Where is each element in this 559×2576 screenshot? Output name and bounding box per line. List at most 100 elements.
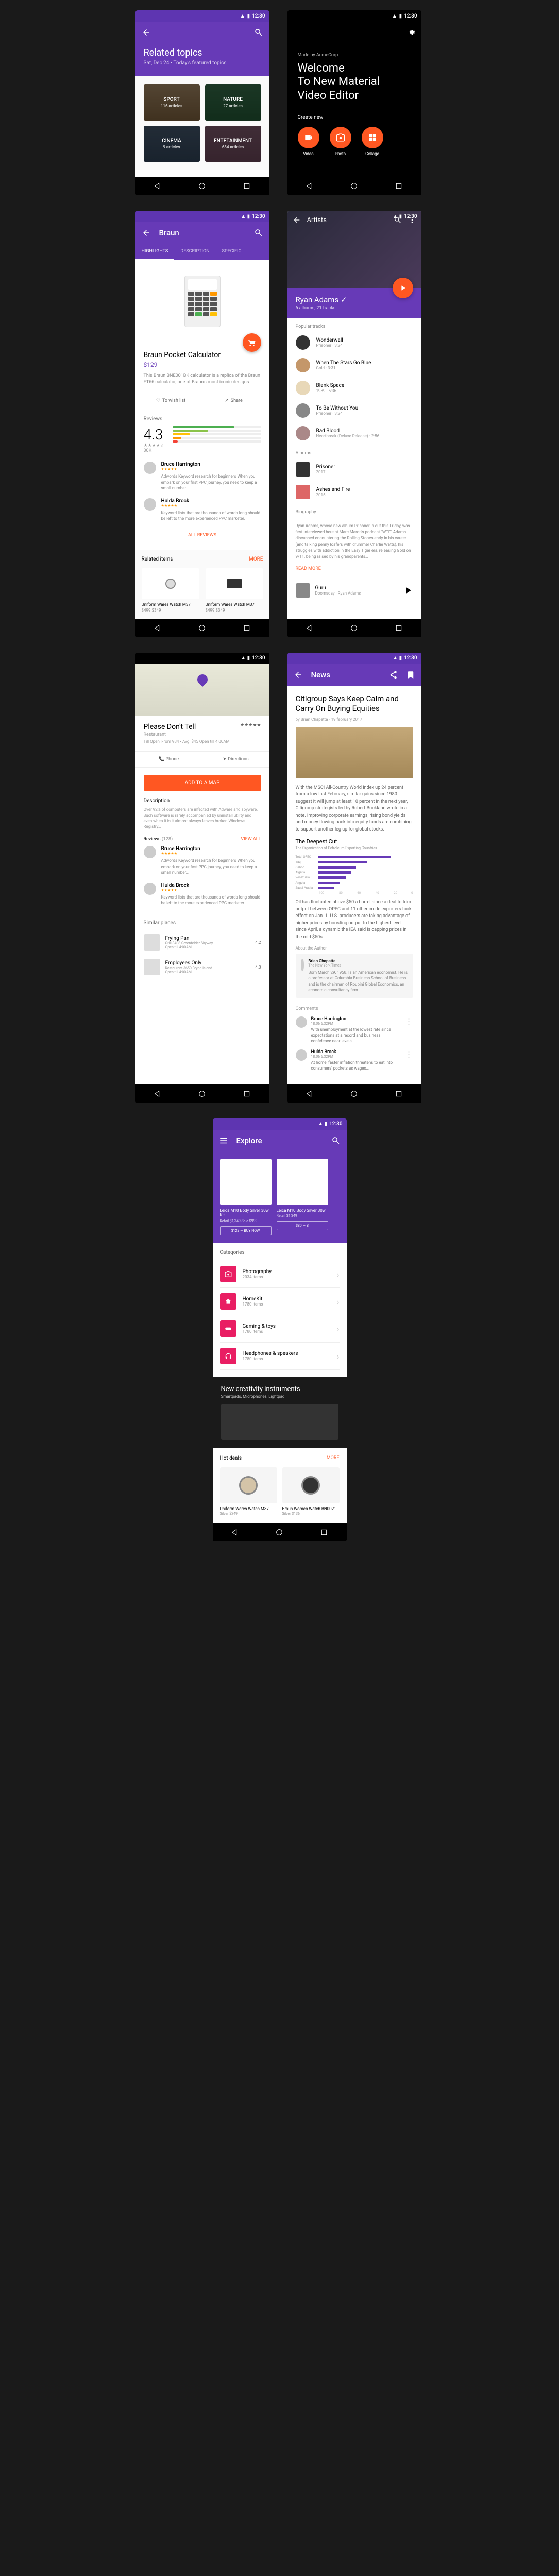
- related-item[interactable]: Uniform Wares Watch M37 $499 $349: [142, 568, 199, 612]
- nav-home-icon[interactable]: [350, 624, 358, 632]
- back-icon[interactable]: [294, 670, 303, 680]
- track-item[interactable]: Blank Space1989 · 5:36: [287, 377, 421, 399]
- collage-button[interactable]: Collage: [362, 127, 383, 156]
- related-image: [142, 568, 199, 599]
- nav-home-icon[interactable]: [275, 1528, 283, 1536]
- back-icon[interactable]: [142, 28, 151, 37]
- creativity-banner[interactable]: New creativity instruments Smartpads, Mi…: [213, 1377, 347, 1448]
- view-all-button[interactable]: VIEW ALL: [241, 837, 261, 842]
- directions-button[interactable]: ➤ Directions: [202, 752, 269, 767]
- product-actions: ♡ To wish list ↗ Share: [135, 394, 269, 408]
- categories-section: Categories Photography2034 items › HomeK…: [213, 1243, 347, 1377]
- buy-button[interactable]: $129 — BUY NOW: [220, 1226, 272, 1235]
- nav-back-icon[interactable]: [306, 1090, 314, 1098]
- back-icon[interactable]: [293, 216, 301, 224]
- review-stars: ★★★★★: [161, 467, 261, 471]
- add-to-map-button[interactable]: ADD TO A MAP: [144, 775, 261, 791]
- bookmark-icon[interactable]: [406, 670, 415, 680]
- android-navbar: [135, 619, 269, 637]
- nav-back-icon[interactable]: [154, 624, 162, 632]
- hot-deals-label: Hot deals: [220, 1455, 242, 1461]
- all-reviews-button[interactable]: ALL REVIEWS: [144, 529, 261, 542]
- nav-home-icon[interactable]: [198, 1090, 206, 1098]
- featured-item[interactable]: Leica M10 Body Silver 30w Kit Retail $1,…: [220, 1159, 272, 1235]
- search-icon[interactable]: [331, 1136, 341, 1145]
- nav-recent-icon[interactable]: [243, 182, 251, 190]
- category-item[interactable]: HomeKit1780 items ›: [220, 1288, 340, 1315]
- search-icon[interactable]: [254, 228, 263, 238]
- related-item[interactable]: Uniform Wares Watch M37 $499 $349: [206, 568, 263, 612]
- album-item[interactable]: Prisoner2017: [287, 458, 421, 481]
- hot-deal-item[interactable]: Braun Women Watch BN0021 Silver $136: [282, 1467, 340, 1516]
- buy-button[interactable]: $80 — B: [277, 1221, 328, 1230]
- back-icon[interactable]: [142, 228, 151, 238]
- featured-item[interactable]: Leica M10 Body Silver 30w Retail $1,349 …: [277, 1159, 328, 1235]
- cart-fab[interactable]: [243, 333, 261, 352]
- track-item[interactable]: To Be Without YouPrisoner · 3:24: [287, 399, 421, 422]
- chart-bar: [318, 882, 340, 884]
- nav-back-icon[interactable]: [231, 1528, 239, 1536]
- play-fab[interactable]: [393, 278, 413, 298]
- tab-description[interactable]: DESCRIPTION: [174, 244, 215, 260]
- photo-button[interactable]: Photo: [330, 127, 351, 156]
- more-icon[interactable]: ⋮: [405, 1016, 413, 1044]
- avatar: [296, 1016, 307, 1028]
- tab-highlights[interactable]: HIGHLIGHTS: [135, 244, 175, 260]
- category-item[interactable]: Headphones & speakers1780 items ›: [220, 1343, 340, 1370]
- more-button[interactable]: MORE: [327, 1455, 340, 1461]
- video-button[interactable]: Video: [298, 127, 319, 156]
- more-icon[interactable]: [408, 216, 416, 224]
- review-item: Bruce Harrington★★★★★Adwords Keyword res…: [144, 846, 261, 875]
- topic-tile[interactable]: SPORT116 articles: [144, 84, 200, 121]
- more-icon[interactable]: ⋮: [405, 1049, 413, 1071]
- nav-recent-icon[interactable]: [320, 1528, 328, 1536]
- topic-tile[interactable]: NATURE27 articles: [205, 84, 261, 121]
- hot-deal-item[interactable]: Uniform Wares Watch M37 Silver $249: [220, 1467, 277, 1516]
- phone-button[interactable]: 📞 Phone: [135, 752, 202, 767]
- nav-recent-icon[interactable]: [395, 624, 403, 632]
- category-item[interactable]: Gaming & toys1780 items ›: [220, 1315, 340, 1343]
- search-icon[interactable]: [394, 216, 402, 224]
- topic-tile[interactable]: CINEMA9 articles: [144, 126, 200, 162]
- watch-image: [301, 1476, 320, 1495]
- more-button[interactable]: MORE: [249, 556, 263, 562]
- share-button[interactable]: ↗ Share: [207, 398, 261, 403]
- nav-recent-icon[interactable]: [395, 1090, 403, 1098]
- nav-back-icon[interactable]: [154, 182, 162, 190]
- nav-recent-icon[interactable]: [395, 182, 403, 190]
- topic-tile[interactable]: ENTETAINMENT684 articles: [205, 126, 261, 162]
- track-item[interactable]: When The Stars Go BlueGold · 3:31: [287, 354, 421, 377]
- place-item[interactable]: Employees OnlyRestaurant 3650 Bryon Isla…: [135, 955, 269, 979]
- nav-home-icon[interactable]: [198, 182, 206, 190]
- wishlist-button[interactable]: ♡ To wish list: [144, 398, 198, 403]
- nav-recent-icon[interactable]: [243, 1090, 251, 1098]
- tab-specific[interactable]: SPECIFIC: [216, 244, 248, 260]
- screen-welcome: ▲ ▮ 12:30 Made by AcmeCorp Welcome To Ne…: [287, 10, 421, 195]
- nav-home-icon[interactable]: [198, 624, 206, 632]
- track-item[interactable]: Bad BloodHeartbreak (Deluxe Release) · 2…: [287, 422, 421, 445]
- appbar: Explore: [213, 1130, 347, 1151]
- read-more-button[interactable]: READ MORE: [287, 566, 421, 578]
- album-item[interactable]: Ashes and Fire2015: [287, 481, 421, 503]
- now-playing-bar[interactable]: GuruDoomsday · Ryan Adams: [287, 578, 421, 603]
- nav-back-icon[interactable]: [306, 182, 314, 190]
- track-item[interactable]: WonderwallPrisoner · 3:24: [287, 331, 421, 354]
- gear-icon[interactable]: [407, 28, 415, 36]
- featured-items[interactable]: Leica M10 Body Silver 30w Kit Retail $1,…: [213, 1151, 347, 1243]
- play-icon[interactable]: [403, 585, 413, 596]
- nav-home-icon[interactable]: [350, 1090, 358, 1098]
- nav-home-icon[interactable]: [350, 182, 358, 190]
- place-item[interactable]: Frying PanGrill 3408 Greenfelder SkywayO…: [135, 930, 269, 955]
- category-item[interactable]: Photography2034 items ›: [220, 1261, 340, 1288]
- map-view[interactable]: [135, 664, 269, 716]
- avatar: [144, 498, 156, 511]
- related-label: Related items: [142, 556, 173, 562]
- nav-back-icon[interactable]: [306, 624, 314, 632]
- share-icon[interactable]: [388, 670, 398, 680]
- review-item: Bruce Harrington ★★★★★ Adwords Keyword r…: [144, 462, 261, 491]
- nav-recent-icon[interactable]: [243, 624, 251, 632]
- article-paragraph: Oil has fluctuated above $50 a barrel si…: [296, 899, 413, 941]
- nav-back-icon[interactable]: [154, 1090, 162, 1098]
- search-icon[interactable]: [254, 28, 263, 37]
- menu-icon[interactable]: [219, 1136, 228, 1145]
